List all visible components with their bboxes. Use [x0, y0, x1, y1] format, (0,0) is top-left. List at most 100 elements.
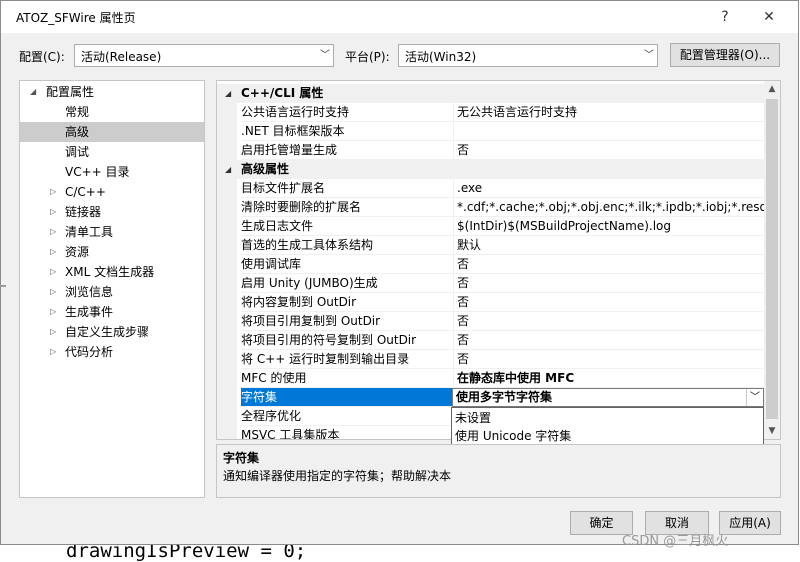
collapsed-triangle-icon[interactable]: ▷: [50, 302, 56, 322]
row-gutter: [217, 198, 237, 217]
collapsed-triangle-icon[interactable]: ▷: [50, 282, 56, 302]
property-value[interactable]: 否: [453, 350, 765, 369]
property-name: 字符集: [241, 388, 453, 407]
property-value[interactable]: [453, 122, 765, 141]
expanded-triangle-icon[interactable]: ◢: [225, 84, 231, 103]
chevron-down-icon[interactable]: ﹀: [746, 389, 763, 406]
tree-item[interactable]: ▷ 资源: [20, 242, 204, 262]
tree-item[interactable]: ▷ 自定义生成步骤: [20, 322, 204, 342]
platform-select[interactable]: 活动(Win32) ﹀: [398, 44, 658, 67]
collapsed-triangle-icon[interactable]: ▷: [50, 322, 56, 342]
tree-item[interactable]: 高级: [20, 122, 204, 142]
property-value[interactable]: 默认: [453, 236, 765, 255]
property-row[interactable]: 将内容复制到 OutDir 否: [217, 293, 765, 312]
row-gutter: [217, 388, 237, 407]
config-select-value: 活动(Release): [81, 50, 162, 64]
property-name: 目标文件扩展名: [241, 179, 453, 198]
property-name: 生成日志文件: [241, 217, 453, 236]
tree-item-label: 生成事件: [65, 305, 114, 319]
scroll-down-icon[interactable]: ▼: [764, 423, 780, 439]
title-bar: ATOZ_SFWire 属性页 ? ✕: [1, 1, 798, 33]
collapsed-triangle-icon[interactable]: ▷: [50, 242, 56, 262]
expanded-triangle-icon[interactable]: ◢: [30, 82, 36, 102]
property-name: 将项目引用的符号复制到 OutDir: [241, 331, 453, 350]
property-row[interactable]: MFC 的使用 在静态库中使用 MFC: [217, 369, 765, 388]
category-label: 高级属性: [241, 162, 290, 176]
property-row[interactable]: 将 C++ 运行时复制到输出目录否: [217, 350, 765, 369]
config-select[interactable]: 活动(Release) ﹀: [74, 44, 334, 67]
watermark-text: CSDN @三月枫火: [622, 534, 729, 549]
config-manager-button[interactable]: 配置管理器(O)...: [670, 43, 780, 67]
tree-root[interactable]: ◢ 配置属性: [20, 82, 204, 102]
row-gutter: [217, 369, 237, 388]
chevron-down-icon: ﹀: [320, 50, 330, 61]
collapsed-triangle-icon[interactable]: ▷: [50, 342, 56, 362]
charset-option[interactable]: 使用 Unicode 字符集: [452, 427, 763, 445]
tree-item[interactable]: 常规: [20, 102, 204, 122]
property-row[interactable]: 将项目引用的符号复制到 OutDir 否: [217, 331, 765, 350]
property-name: 全程序优化: [241, 407, 453, 426]
property-row[interactable]: 目标文件扩展名 .exe: [217, 179, 765, 198]
property-value[interactable]: 否: [453, 255, 765, 274]
platform-label: 平台(P):: [345, 50, 390, 64]
property-row[interactable]: 启用托管增量生成否: [217, 141, 765, 160]
property-value[interactable]: 否: [453, 331, 765, 350]
property-value[interactable]: *.cdf;*.cache;*.obj;*.obj.enc;*.ilk;*.ip…: [453, 198, 765, 217]
property-row[interactable]: 将项目引用复制到 OutDir 否: [217, 312, 765, 331]
property-value[interactable]: 否: [453, 141, 765, 160]
tree-item[interactable]: ▷ 生成事件: [20, 302, 204, 322]
tree-item[interactable]: VC++ 目录: [20, 162, 204, 182]
collapsed-triangle-icon[interactable]: ▷: [50, 262, 56, 282]
row-gutter: [217, 274, 237, 293]
scroll-up-icon[interactable]: ▲: [764, 81, 780, 97]
charset-option[interactable]: 未设置: [452, 409, 763, 427]
property-value[interactable]: 无公共语言运行时支持: [453, 103, 765, 122]
property-grid: ◢ C++/CLI 属性 公共语言运行时支持 无公共语言运行时支持 .NET 目标框架版…: [216, 80, 781, 440]
charset-select-value: 使用多字节字符集: [456, 390, 553, 404]
property-row[interactable]: 首选的生成工具体系结构 默认: [217, 236, 765, 255]
tree-item[interactable]: ▷ C/C++: [20, 182, 204, 202]
tree-item[interactable]: ▷ 浏览信息: [20, 282, 204, 302]
property-row[interactable]: 生成日志文件 $(IntDir)$(MSBuildProjectName).log: [217, 217, 765, 236]
tree-item[interactable]: 调试: [20, 142, 204, 162]
property-row[interactable]: .NET 目标框架版本: [217, 122, 765, 141]
tree-item[interactable]: ▷ 链接器: [20, 202, 204, 222]
property-name: 启用 Unity (JUMBO)生成: [241, 274, 453, 293]
tree-item-label: 高级: [65, 125, 90, 139]
scroll-thumb[interactable]: [766, 99, 778, 419]
property-value[interactable]: 否: [453, 293, 765, 312]
property-row[interactable]: 启用 Unity (JUMBO)生成否: [217, 274, 765, 293]
tree-item[interactable]: ▷ 代码分析: [20, 342, 204, 362]
tree-item[interactable]: ▷ XML 文档生成器: [20, 262, 204, 282]
expanded-triangle-icon[interactable]: ◢: [225, 160, 231, 179]
apply-button[interactable]: 应用(A): [719, 511, 781, 535]
property-row[interactable]: 清除时要删除的扩展名 *.cdf;*.cache;*.obj;*.obj.enc;…: [217, 198, 765, 217]
property-value[interactable]: .exe: [453, 179, 765, 198]
property-name: 启用托管增量生成: [241, 141, 453, 160]
tree-item-label: 浏览信息: [65, 285, 114, 299]
tree-item-label: 清单工具: [65, 225, 114, 239]
property-value[interactable]: 否: [453, 312, 765, 331]
tree-item[interactable]: ▷ 清单工具: [20, 222, 204, 242]
collapsed-triangle-icon[interactable]: ▷: [50, 222, 56, 242]
help-button[interactable]: ?: [710, 5, 740, 29]
collapsed-triangle-icon[interactable]: ▷: [50, 182, 56, 202]
property-value[interactable]: 否: [453, 274, 765, 293]
grid-scrollbar[interactable]: ▲ ▼: [764, 81, 780, 439]
property-row[interactable]: 公共语言运行时支持 无公共语言运行时支持: [217, 103, 765, 122]
platform-select-value: 活动(Win32): [405, 50, 477, 64]
property-category[interactable]: ◢ 高级属性: [217, 160, 765, 179]
row-gutter: [217, 217, 237, 236]
property-name: 使用调试库: [241, 255, 453, 274]
collapsed-triangle-icon[interactable]: ▷: [50, 202, 56, 222]
property-value[interactable]: 在静态库中使用 MFC: [453, 369, 765, 388]
close-button[interactable]: ✕: [754, 5, 784, 29]
property-value[interactable]: $(IntDir)$(MSBuildProjectName).log: [453, 217, 765, 236]
tree-item-label: VC++ 目录: [65, 165, 130, 179]
row-gutter: [217, 407, 237, 426]
row-gutter: [217, 426, 237, 439]
charset-select[interactable]: 使用多字节字符集 ﹀: [452, 388, 764, 407]
tree-item-label: 代码分析: [65, 345, 114, 359]
property-row[interactable]: 使用调试库否: [217, 255, 765, 274]
property-category[interactable]: ◢ C++/CLI 属性: [217, 84, 765, 103]
